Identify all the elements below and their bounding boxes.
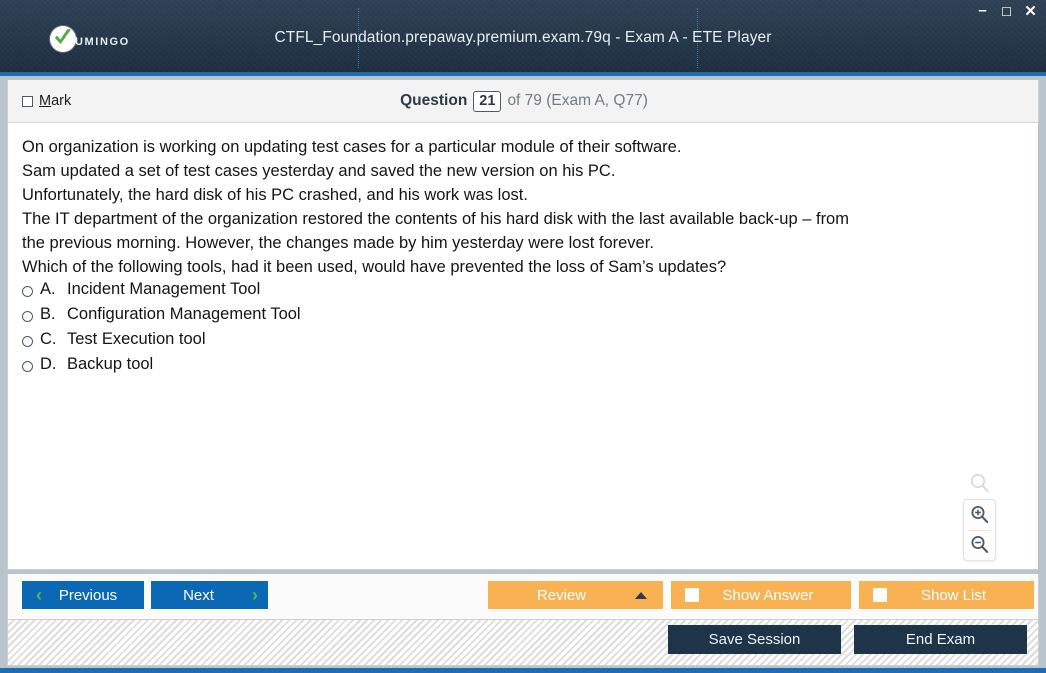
- ete-player-window: UMINGO CTFL_Foundation.prepaway.premium.…: [0, 0, 1046, 673]
- previous-button[interactable]: ‹ Previous: [22, 581, 144, 609]
- zoom-in-button[interactable]: [963, 500, 996, 530]
- question-total-text: of 79 (Exam A, Q77): [507, 92, 648, 109]
- mark-accel-letter: M: [39, 93, 52, 109]
- radio-icon[interactable]: [22, 361, 33, 372]
- bottom-accent-rule: [0, 668, 1046, 673]
- option-letter: A.: [40, 280, 56, 298]
- answer-options: A. Incident Management Tool B. Configura…: [22, 280, 301, 380]
- radio-icon[interactable]: [22, 286, 33, 297]
- question-line: On organization is working on updating t…: [22, 138, 682, 156]
- option-letter: D.: [40, 355, 57, 373]
- title-accent-rule: [0, 72, 1046, 76]
- chevron-right-icon: ›: [252, 584, 258, 605]
- status-bar: Save Session End Exam: [7, 619, 1039, 666]
- question-line: The IT department of the organization re…: [22, 210, 849, 228]
- radio-icon[interactable]: [22, 336, 33, 347]
- question-line: Unfortunately, the hard disk of his PC c…: [22, 186, 528, 204]
- navigation-bar: ‹ Previous Next › Review Show Answer Sho…: [7, 574, 1039, 619]
- end-exam-button[interactable]: End Exam: [854, 625, 1027, 654]
- magnifier-plus-icon: [971, 505, 988, 523]
- next-button-label: Next: [183, 586, 214, 604]
- question-counter: Question 21 of 79 (Exam A, Q77): [8, 90, 1040, 112]
- answer-option-d[interactable]: D. Backup tool: [22, 355, 301, 374]
- next-button[interactable]: Next ›: [151, 581, 268, 609]
- question-word: Question: [400, 92, 468, 109]
- question-line: Which of the following tools, had it bee…: [22, 258, 727, 276]
- magnifier-icon: [969, 473, 991, 500]
- show-answer-checkbox-icon[interactable]: [685, 588, 699, 602]
- option-text: Incident Management Tool: [67, 280, 261, 298]
- zoom-out-button[interactable]: [963, 531, 996, 561]
- option-letter: C.: [40, 330, 57, 348]
- answer-option-c[interactable]: C. Test Execution tool: [22, 330, 301, 349]
- review-button[interactable]: Review: [488, 581, 663, 609]
- magnifier-minus-icon: [971, 536, 988, 554]
- chevron-left-icon: ‹: [36, 584, 42, 605]
- answer-option-b[interactable]: B. Configuration Management Tool: [22, 305, 301, 324]
- show-list-button-label: Show List: [920, 586, 987, 604]
- show-list-checkbox-icon[interactable]: [873, 588, 887, 602]
- show-list-button[interactable]: Show List: [859, 581, 1034, 609]
- show-answer-button[interactable]: Show Answer: [671, 581, 851, 609]
- mark-checkbox-box: [22, 95, 33, 107]
- radio-icon[interactable]: [22, 311, 33, 322]
- previous-button-label: Previous: [58, 586, 118, 604]
- question-text: On organization is working on updating t…: [22, 135, 1022, 279]
- show-answer-button-label: Show Answer: [722, 586, 814, 604]
- option-text: Test Execution tool: [67, 330, 206, 348]
- close-icon[interactable]: ✕: [1023, 4, 1038, 19]
- question-header-bar: Mark Question 21 of 79 (Exam A, Q77): [7, 80, 1039, 123]
- review-button-label: Review: [536, 586, 587, 604]
- question-line: Sam updated a set of test cases yesterda…: [22, 162, 616, 180]
- window-controls: – ☐ ✕: [975, 3, 1038, 19]
- answer-option-a[interactable]: A. Incident Management Tool: [22, 280, 301, 299]
- save-session-button[interactable]: Save Session: [668, 625, 841, 654]
- option-text: Backup tool: [67, 355, 154, 373]
- window-title: CTFL_Foundation.prepaway.premium.exam.79…: [274, 29, 772, 46]
- chevron-up-icon: [635, 591, 647, 599]
- option-text: Configuration Management Tool: [67, 305, 301, 323]
- option-letter: B.: [40, 305, 56, 323]
- mark-label-rest: ark: [51, 93, 72, 109]
- zoom-controls-panel: [963, 499, 996, 561]
- minimize-icon[interactable]: –: [975, 3, 990, 19]
- title-bar: UMINGO CTFL_Foundation.prepaway.premium.…: [0, 0, 1046, 72]
- mark-label: Mark: [39, 93, 71, 109]
- question-number-box[interactable]: 21: [473, 90, 502, 112]
- mark-checkbox[interactable]: Mark: [22, 93, 71, 109]
- question-line: the previous morning. However, the chang…: [22, 234, 654, 252]
- question-content-panel: On organization is working on updating t…: [7, 123, 1039, 570]
- maximize-icon[interactable]: ☐: [999, 4, 1014, 19]
